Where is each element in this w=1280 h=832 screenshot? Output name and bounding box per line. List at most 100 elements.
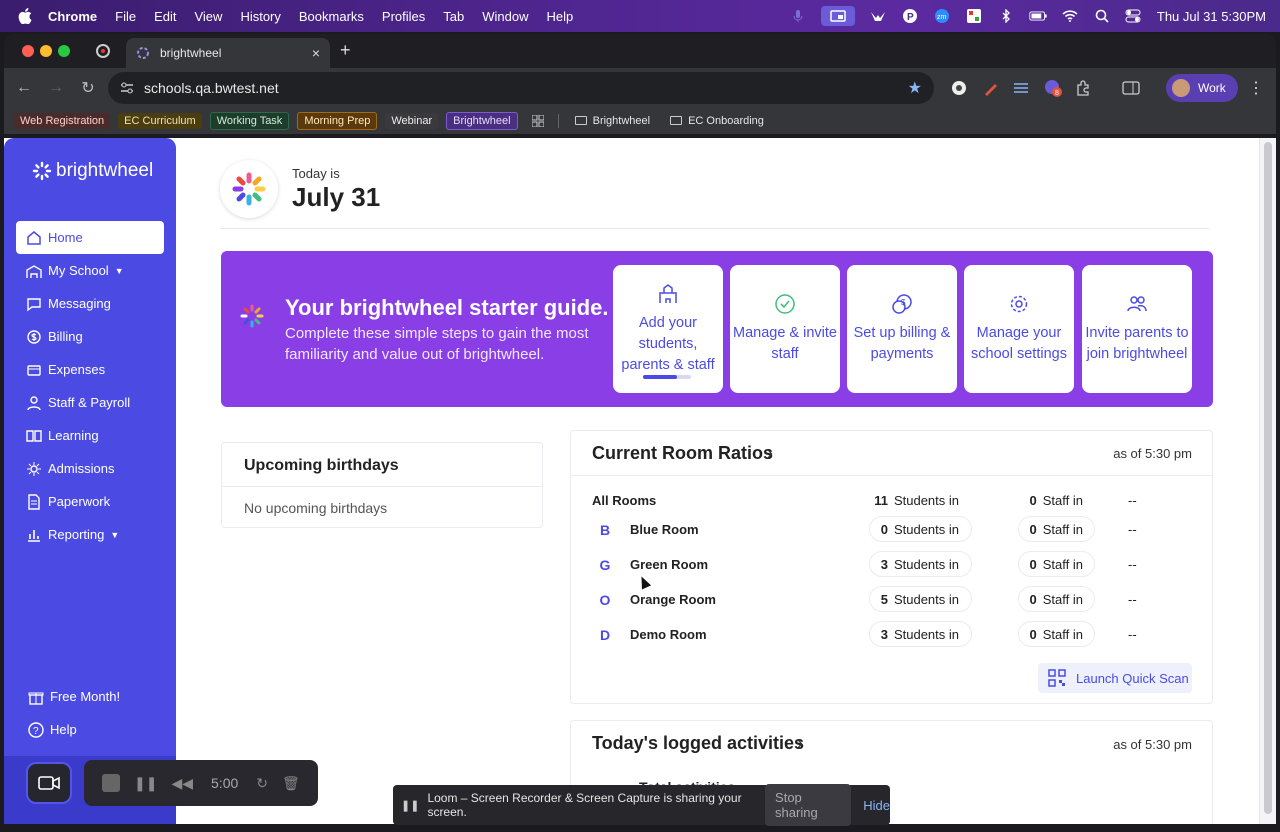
chrome-menu-icon[interactable]: ⋮ <box>1248 78 1264 98</box>
bookmark-webinar[interactable]: Webinar <box>385 113 439 129</box>
battery-icon[interactable] <box>1029 8 1047 24</box>
students-count-label: Students in <box>893 521 959 537</box>
grid-app-icon[interactable] <box>965 8 983 24</box>
trash-icon[interactable]: 🗑 <box>282 775 300 792</box>
apps-grid-icon[interactable] <box>531 115 544 127</box>
browser-tab[interactable]: brightwheel × <box>126 38 330 68</box>
staff-count-value: 0 <box>1029 591 1037 607</box>
room-row[interactable]: B Blue Room 0 Students in 0 Staff in -- <box>571 512 1212 547</box>
bookmark-morning-prep[interactable]: Morning Prep <box>297 112 378 130</box>
room-row[interactable]: G Green Room 3 Students in 0 Staff in -- <box>571 547 1212 582</box>
hide-button[interactable]: Hide <box>863 798 890 813</box>
page-scrollbar[interactable] <box>1259 138 1276 824</box>
rewind-icon[interactable]: ◀◀ <box>171 775 193 792</box>
sidebar-item-expenses[interactable]: Expenses <box>16 353 164 386</box>
loom-camera-button[interactable] <box>26 762 72 804</box>
wifi-icon[interactable] <box>1061 8 1079 24</box>
tab-close-icon[interactable]: × <box>312 45 320 61</box>
free-month-link[interactable]: Free Month! <box>18 680 166 713</box>
screen-share-icon[interactable] <box>820 6 855 26</box>
starter-card-manage-staff[interactable]: Manage & invite staff <box>730 265 840 393</box>
starter-card-settings[interactable]: Manage your school settings <box>964 265 1074 393</box>
room-row[interactable]: D Demo Room 3 Students in 0 Staff in -- <box>571 617 1212 652</box>
forward-icon[interactable]: → <box>40 79 72 97</box>
menu-help[interactable]: Help <box>547 9 574 24</box>
extension-badge-icon[interactable]: 8 <box>1044 79 1062 97</box>
p-app-icon[interactable]: P <box>901 8 919 24</box>
address-bar[interactable]: schools.qa.bwtest.net ★ <box>108 72 934 104</box>
extension-circle-icon[interactable] <box>950 79 968 97</box>
svg-text:$: $ <box>901 298 906 307</box>
window-zoom-button[interactable] <box>58 45 70 57</box>
bookmark-folder-brightwheel[interactable]: Brightwheel <box>569 113 656 129</box>
menu-window[interactable]: Window <box>482 9 528 24</box>
pause-icon[interactable]: ❚❚ <box>134 775 157 792</box>
room-name[interactable]: Green Room <box>630 557 708 572</box>
room-name[interactable]: Orange Room <box>630 592 716 607</box>
apple-icon[interactable] <box>18 8 32 24</box>
extension-pen-icon[interactable] <box>982 79 1000 97</box>
menu-bookmarks[interactable]: Bookmarks <box>299 9 364 24</box>
sidebar-item-messaging[interactable]: Messaging <box>16 287 164 320</box>
menu-tab[interactable]: Tab <box>443 9 464 24</box>
stop-recording-icon[interactable] <box>102 774 120 792</box>
extension-sliders-icon[interactable] <box>1012 79 1030 97</box>
menu-history[interactable]: History <box>240 9 280 24</box>
bookmark-web-registration[interactable]: Web Registration <box>14 113 111 129</box>
new-tab-icon[interactable]: + <box>340 40 351 61</box>
restart-icon[interactable]: ↻ <box>256 775 268 792</box>
menu-view[interactable]: View <box>194 9 222 24</box>
bookmark-brightwheel[interactable]: Brightwheel <box>446 112 518 130</box>
reload-icon[interactable]: ↻ <box>72 78 104 98</box>
brightwheel-logo[interactable]: brightwheel <box>32 160 153 182</box>
stop-sharing-button[interactable]: Stop sharing <box>765 784 852 826</box>
bookmark-folder-ec-onboarding[interactable]: EC Onboarding <box>664 113 770 129</box>
menu-file[interactable]: File <box>115 9 136 24</box>
bird-icon[interactable] <box>869 8 887 24</box>
menu-chrome[interactable]: Chrome <box>48 9 97 24</box>
sidebar-item-paperwork[interactable]: Paperwork <box>16 485 164 518</box>
ratio-value: -- <box>1128 592 1137 607</box>
bookmark-ec-curriculum[interactable]: EC Curriculum <box>118 113 202 129</box>
sidebar-item-learning[interactable]: Learning <box>16 419 164 452</box>
zoom-icon[interactable]: zm <box>933 8 951 24</box>
main-content: Today is July 31 Your brightwheel starte… <box>176 138 1259 824</box>
sidebar-item-home[interactable]: Home <box>16 221 164 254</box>
launch-quick-scan-button[interactable]: Launch Quick Scan <box>1038 663 1192 693</box>
extensions-puzzle-icon[interactable] <box>1074 79 1092 97</box>
sidebar-item-billing[interactable]: Billing <box>16 320 164 353</box>
scrollbar-thumb[interactable] <box>1264 142 1272 814</box>
sidebar-item-staff-payroll[interactable]: Staff & Payroll <box>16 386 164 419</box>
window-minimize-button[interactable] <box>40 45 52 57</box>
sidebar-item-reporting[interactable]: Reporting ▼ <box>16 518 164 551</box>
side-panel-icon[interactable] <box>1122 79 1140 97</box>
room-name[interactable]: Demo Room <box>630 627 707 642</box>
starter-card-billing[interactable]: $ Set up billing & payments <box>847 265 957 393</box>
sidebar-item-label: Learning <box>48 428 99 443</box>
chevron-right-icon[interactable]: › <box>797 733 803 754</box>
room-ratios-title[interactable]: Current Room Ratios <box>592 443 773 464</box>
sidebar-item-admissions[interactable]: Admissions <box>16 452 164 485</box>
room-row[interactable]: O Orange Room 5 Students in 0 Staff in -- <box>571 582 1212 617</box>
room-ratios-header[interactable]: Current Room Ratios › as of 5:30 pm <box>571 431 1212 476</box>
control-center-icon[interactable] <box>1125 8 1143 24</box>
microphone-icon[interactable] <box>789 8 807 24</box>
bluetooth-icon[interactable] <box>997 8 1015 24</box>
starter-card-add-students[interactable]: Add your students, parents & staff <box>613 265 723 393</box>
menu-edit[interactable]: Edit <box>154 9 176 24</box>
chevron-right-icon[interactable]: › <box>767 443 773 464</box>
site-info-icon[interactable] <box>120 81 134 95</box>
menu-profiles[interactable]: Profiles <box>382 9 425 24</box>
logged-activities-title[interactable]: Today's logged activities <box>592 733 804 754</box>
search-icon[interactable] <box>1093 8 1111 24</box>
room-name[interactable]: Blue Room <box>630 522 699 537</box>
recording-timer: 5:00 <box>211 775 239 791</box>
bookmark-star-icon[interactable]: ★ <box>908 78 922 98</box>
window-close-button[interactable] <box>22 45 34 57</box>
starter-card-invite-parents[interactable]: Invite parents to join brightwheel <box>1082 265 1192 393</box>
bookmark-working-task[interactable]: Working Task <box>209 112 290 130</box>
help-link[interactable]: ? Help <box>18 713 166 746</box>
sidebar-item-my-school[interactable]: My School ▼ <box>16 254 164 287</box>
profile-button[interactable]: Work <box>1166 74 1238 102</box>
back-icon[interactable]: ← <box>8 79 40 97</box>
